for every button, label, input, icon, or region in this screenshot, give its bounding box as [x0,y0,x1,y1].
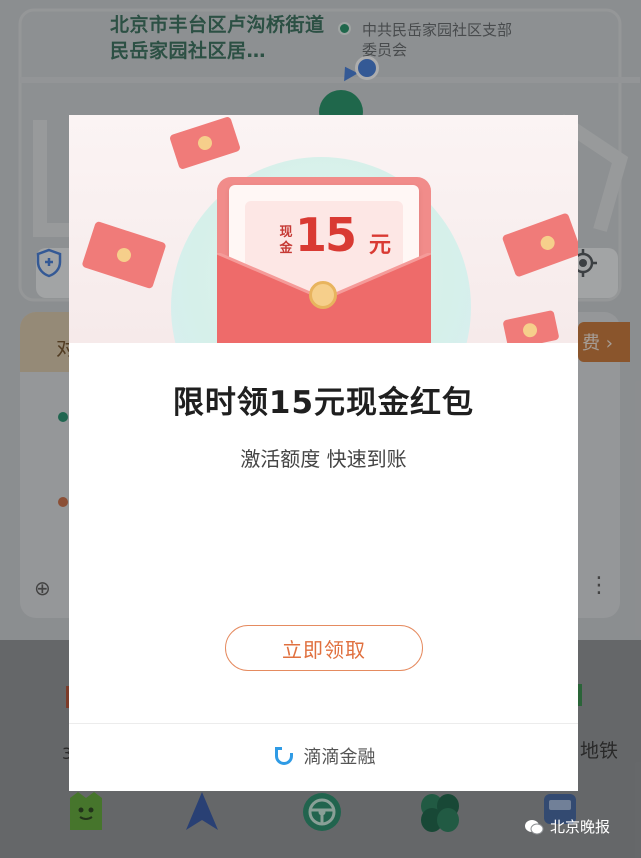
brand-footer: 滴滴金融 [69,743,578,769]
red-envelope-icon [501,212,578,278]
wechat-icon [525,819,544,834]
brand-name: 滴滴金融 [303,747,376,768]
red-envelope-icon [502,309,560,343]
red-envelope-icon [81,220,167,290]
modal-subtitle: 激活额度 快速到账 [240,447,407,471]
watermark: 北京晚报 [524,816,610,837]
envelope-seal-icon [309,281,337,309]
watermark-text: 北京晚报 [550,818,611,836]
didi-finance-logo-icon [274,747,293,765]
red-packet-modal: 现金 15 元 限时领15元现金红包 激活额度 快速到账 立即领取 滴滴金融 [69,115,578,791]
promo-banner: 现金 15 元 [69,115,578,343]
modal-title: 限时领15元现金红包 [172,385,475,421]
claim-now-button[interactable]: 立即领取 [225,625,423,671]
red-envelope-icon [169,115,241,171]
divider [69,723,578,724]
